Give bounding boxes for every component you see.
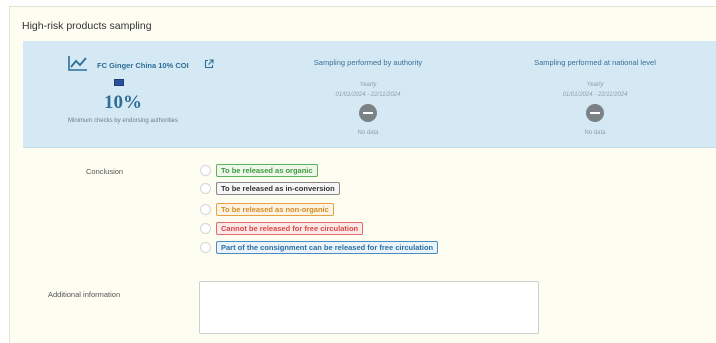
- additional-information-label: Additional information: [48, 290, 121, 299]
- national-heading: Sampling performed at national level: [534, 58, 656, 67]
- authority-date-range: 01/01/2024 - 22/11/2024: [335, 92, 401, 98]
- option-label[interactable]: To be released as in-conversion: [216, 182, 340, 195]
- minimum-check-percentage: 10%: [104, 92, 142, 113]
- radio-button[interactable]: [200, 165, 211, 176]
- radio-button[interactable]: [200, 204, 211, 215]
- radio-button[interactable]: [200, 242, 211, 253]
- additional-information-textarea[interactable]: [199, 281, 539, 334]
- sampling-info-box: FC Ginger China 10% COI 10% Minimum chec…: [23, 41, 716, 148]
- minus-circle-icon: [359, 104, 377, 122]
- product-name[interactable]: FC Ginger China 10% COI: [97, 61, 189, 70]
- option-label[interactable]: Part of the consignment can be released …: [216, 241, 439, 254]
- national-frequency: Yearly: [586, 82, 604, 88]
- option-label[interactable]: To be released as organic: [216, 164, 318, 177]
- top-strip: [0, 0, 716, 4]
- authority-frequency: Yearly: [359, 82, 377, 88]
- external-link-icon[interactable]: [204, 59, 214, 69]
- minimum-check-label: Minimum checks by endorsing authorities: [67, 118, 179, 124]
- product-column: FC Ginger China 10% COI 10% Minimum chec…: [23, 41, 223, 148]
- authority-heading: Sampling performed by authority: [313, 58, 423, 67]
- conclusion-label: Conclusion: [86, 167, 124, 176]
- minus-circle-icon: [586, 104, 604, 122]
- national-sampling-column: Sampling performed at national level Yea…: [482, 41, 708, 148]
- authority-sampling-column: Sampling performed by authority Yearly 0…: [255, 41, 481, 148]
- eu-flag-icon: [114, 79, 124, 86]
- radio-button[interactable]: [200, 183, 211, 194]
- option-label[interactable]: Cannot be released for free circulation: [216, 222, 364, 235]
- option-label[interactable]: To be released as non-organic: [216, 203, 334, 216]
- line-chart-icon: [68, 56, 87, 71]
- panel-title: High-risk products sampling: [22, 20, 152, 32]
- radio-button[interactable]: [200, 223, 211, 234]
- national-status: No data: [584, 130, 606, 136]
- authority-status: No data: [357, 130, 379, 136]
- national-date-range: 01/01/2024 - 22/11/2024: [562, 92, 628, 98]
